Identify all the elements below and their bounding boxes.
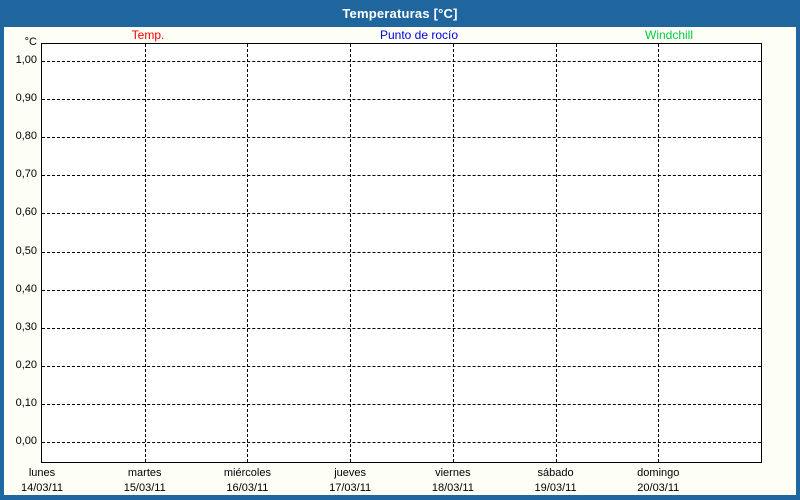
gridline-horizontal [42, 175, 761, 177]
gridline-horizontal [42, 289, 761, 291]
legend: Temp. Punto de rocío Windchill [4, 27, 796, 43]
y-axis-tick-label: 0,30 [15, 320, 37, 333]
x-axis-date-label: 15/03/11 [123, 482, 166, 494]
gridline-horizontal [42, 137, 761, 139]
chart-area: Temp. Punto de rocío Windchill °C 1,00 0,… [4, 27, 796, 495]
gridline-horizontal [42, 403, 761, 405]
y-axis-tick-label: 0,60 [15, 206, 37, 219]
gridline-vertical [452, 44, 454, 462]
x-axis-day-label: sábado [537, 467, 574, 479]
x-axis-date-label: 19/03/11 [534, 482, 577, 494]
x-axis-date-label: 16/03/11 [226, 482, 269, 494]
y-axis-tick-label: 0,00 [15, 435, 37, 447]
x-axis-day-label: miércoles [223, 467, 271, 479]
x-axis-date-label: 14/03/11 [20, 482, 64, 494]
y-axis-tick-label: 0,10 [15, 396, 37, 409]
y-axis-tick-label: 0,40 [15, 282, 37, 295]
x-axis-day-label: domingo [637, 467, 680, 479]
y-axis-tick-label: 1,00 [15, 54, 37, 66]
x-axis-date-label: 20/03/11 [637, 482, 680, 494]
x-axis-day-label: martes [127, 467, 162, 479]
x-axis-day-label: jueves [334, 467, 367, 479]
gridline-horizontal [42, 251, 761, 253]
gridline-horizontal [42, 213, 761, 215]
gridline-horizontal [42, 327, 761, 329]
gridline-horizontal [42, 61, 761, 62]
title-bar: Temperaturas [°C] [0, 0, 800, 27]
gridline-horizontal [42, 99, 761, 101]
legend-item-dew-point: Punto de rocío [379, 28, 459, 42]
x-axis-date-label: 18/03/11 [431, 482, 474, 494]
y-axis-tick-label: 0,20 [15, 358, 37, 371]
x-axis-day-label: lunes [28, 467, 56, 479]
y-axis-unit-label: °C [24, 36, 37, 48]
gridline-vertical [658, 44, 660, 462]
gridline-vertical [350, 44, 352, 462]
gridline-vertical [144, 44, 146, 462]
legend-item-windchill: Windchill [644, 28, 694, 42]
x-axis-date-label: 17/03/11 [329, 482, 372, 494]
legend-item-temp: Temp. [131, 28, 165, 42]
y-axis-tick-label: 0,90 [15, 92, 37, 105]
gridline-horizontal [42, 442, 761, 443]
y-axis-tick-label: 0,50 [15, 244, 37, 257]
page-title: Temperaturas [°C] [342, 6, 458, 21]
y-axis-tick-label: 0,80 [15, 130, 37, 143]
chart-window: Temperaturas [°C] Temp. Punto de rocío W… [0, 0, 800, 500]
y-axis-tick-label: 0,70 [15, 168, 37, 181]
x-axis-day-label: viernes [435, 467, 471, 479]
gridline-horizontal [42, 365, 761, 367]
plot-area [41, 43, 762, 463]
gridline-vertical [247, 44, 249, 462]
gridline-vertical [555, 44, 557, 462]
